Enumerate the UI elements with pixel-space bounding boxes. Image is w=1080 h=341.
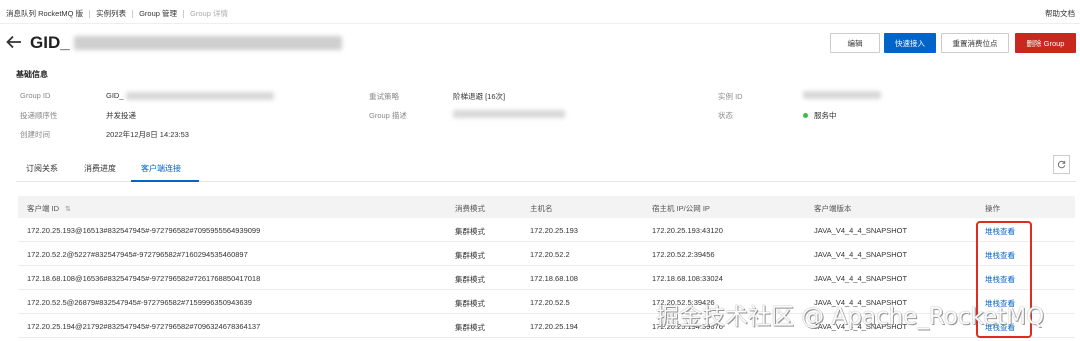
basic-info-title: 基础信息	[16, 70, 48, 79]
breadcrumb-instance-list[interactable]: 实例列表	[96, 8, 126, 19]
tab-consume-progress[interactable]: 消费进度	[84, 163, 116, 174]
group-id-text: GID_	[106, 91, 124, 100]
quick-access-button[interactable]: 快速接入	[884, 33, 936, 53]
cell-hostname: 172.20.52.5	[530, 298, 570, 307]
redacted-group-id	[125, 91, 274, 100]
cell-consume-mode: 集群模式	[455, 227, 485, 236]
active-tab-indicator	[131, 180, 199, 182]
column-header-hostname: 主机名	[530, 204, 553, 213]
breadcrumb-group-manage[interactable]: Group 管理	[139, 8, 177, 19]
group-id-value: GID_	[106, 91, 274, 100]
breadcrumb: 消息队列 RocketMQ 版 实例列表 Group 管理 Group 详情	[6, 8, 228, 19]
cell-ip: 172.20.25.193:43120	[652, 226, 723, 235]
cell-hostname: 172.20.52.2	[530, 250, 570, 259]
status-label: 状态	[718, 111, 733, 120]
group-desc-value	[453, 110, 565, 118]
created-time-value: 2022年12月8日 14:23:53	[106, 130, 189, 139]
breadcrumb-separator	[132, 9, 134, 18]
cell-consume-mode: 集群模式	[455, 323, 485, 332]
breadcrumb-rocketmq[interactable]: 消息队列 RocketMQ 版	[6, 8, 83, 19]
column-header-client-version: 客户端版本	[814, 204, 852, 213]
instance-id-label: 实例 ID	[718, 92, 743, 101]
cell-consume-mode: 集群模式	[455, 251, 485, 260]
column-header-action: 操作	[985, 204, 1000, 213]
reset-offset-button[interactable]: 重置消费位点	[941, 33, 1009, 53]
redacted-group-desc	[453, 110, 565, 118]
edit-button[interactable]: 编辑	[830, 33, 880, 53]
table-row: 172.18.68.108@16536#832547945#-972796582…	[18, 266, 1075, 290]
cell-hostname: 172.18.68.108	[530, 274, 578, 283]
redacted-group-name	[73, 36, 342, 50]
refresh-button[interactable]	[1053, 155, 1070, 174]
watermark: 掘金技术社区 @ Apache_RocketMQ	[656, 304, 1045, 330]
status-value: 服务中	[803, 110, 837, 121]
sort-icon[interactable]: ⇅	[65, 205, 71, 213]
cell-hostname: 172.20.25.193	[530, 226, 578, 235]
tab-subscriptions[interactable]: 订阅关系	[26, 163, 58, 174]
group-desc-label: Group 描述	[369, 111, 407, 120]
column-header-consume-mode: 消费模式	[455, 204, 485, 213]
cell-consume-mode: 集群模式	[455, 275, 485, 284]
column-header-ip: 宿主机 IP/公网 IP	[652, 204, 710, 213]
tab-bar: 订阅关系 消费进度 客户端连接	[16, 155, 1076, 182]
client-id-header-text: 客户端 ID	[27, 204, 60, 213]
breadcrumb-separator	[89, 9, 91, 18]
back-arrow-icon[interactable]	[5, 33, 23, 51]
column-header-client-id[interactable]: 客户端 ID ⇅	[27, 203, 71, 214]
breadcrumb-separator	[183, 9, 185, 18]
table-row: 172.20.52.2@5227#832547945#-972796582#71…	[18, 242, 1075, 266]
status-ok-dot-icon	[803, 113, 808, 118]
retry-policy-value: 阶梯退避 [16次]	[453, 92, 506, 101]
delivery-order-label: 投递顺序性	[20, 111, 58, 120]
retry-policy-label: 重试策略	[369, 92, 399, 101]
cell-client-id: 172.20.52.5@26879#832547945#-972796582#7…	[27, 298, 252, 307]
breadcrumb-current: Group 详情	[190, 9, 228, 18]
cell-client-id: 172.20.52.2@5227#832547945#-972796582#71…	[27, 250, 248, 259]
redacted-instance-id	[803, 91, 881, 99]
cell-client-version: JAVA_V4_4_4_SNAPSHOT	[814, 226, 908, 235]
delete-group-button[interactable]: 删除 Group	[1015, 33, 1076, 53]
page-title: GID_	[30, 33, 342, 53]
cell-ip: 172.18.68.108:33024	[652, 274, 723, 283]
table-header: 客户端 ID ⇅ 消费模式 主机名 宿主机 IP/公网 IP 客户端版本 操作	[18, 196, 1075, 218]
help-docs-link[interactable]: 帮助文档	[1045, 8, 1075, 19]
cell-consume-mode: 集群模式	[455, 299, 485, 308]
instance-id-value	[803, 91, 881, 99]
cell-client-id: 172.20.25.193@16513#832547945#-972796582…	[27, 226, 261, 235]
table-row: 172.20.25.193@16513#832547945#-972796582…	[18, 218, 1075, 242]
cell-client-id: 172.18.68.108@16536#832547945#-972796582…	[27, 274, 261, 283]
delivery-order-value: 并发投递	[106, 111, 136, 120]
refresh-icon	[1057, 160, 1066, 169]
top-bar: 消息队列 RocketMQ 版 实例列表 Group 管理 Group 详情 帮…	[0, 0, 1080, 24]
cell-ip: 172.20.52.2:39456	[652, 250, 715, 259]
cell-hostname: 172.20.25.194	[530, 322, 578, 331]
cell-client-version: JAVA_V4_4_4_SNAPSHOT	[814, 250, 908, 259]
cell-client-version: JAVA_V4_4_4_SNAPSHOT	[814, 274, 908, 283]
page-title-prefix: GID_	[30, 33, 70, 52]
tab-client-connections[interactable]: 客户端连接	[141, 163, 181, 174]
status-text: 服务中	[814, 111, 837, 120]
created-time-label: 创建时间	[20, 130, 50, 139]
cell-client-id: 172.20.25.194@21792#832547945#-972796582…	[27, 322, 261, 331]
group-id-label: Group ID	[20, 91, 51, 100]
